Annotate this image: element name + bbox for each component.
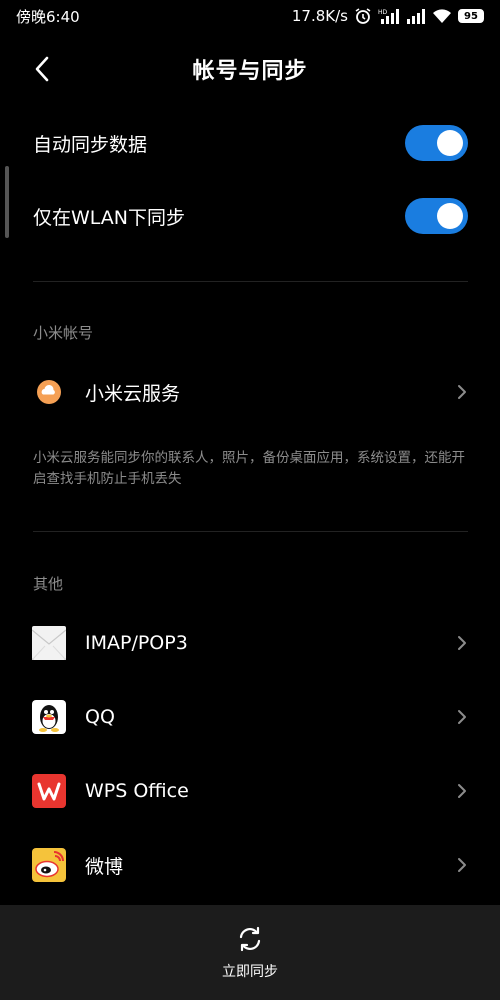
mi-cloud-icon xyxy=(32,375,66,409)
imap-pop3-row[interactable]: IMAP/POP3 xyxy=(0,615,500,671)
qq-row[interactable]: QQ xyxy=(0,689,500,745)
status-time: 傍晚6:40 xyxy=(16,7,80,26)
battery-indicator: 95 xyxy=(458,9,484,23)
back-arrow-icon xyxy=(35,56,49,82)
mail-icon xyxy=(32,626,66,660)
qq-icon xyxy=(32,700,66,734)
mi-cloud-label: 小米云服务 xyxy=(85,382,181,405)
sync-now-button[interactable]: 立即同步 xyxy=(0,905,500,1000)
qq-label: QQ xyxy=(85,706,115,728)
signal-hd-icon: HD xyxy=(378,8,400,24)
sync-now-label: 立即同步 xyxy=(222,963,278,980)
wps-office-row[interactable]: WPS Office xyxy=(0,763,500,819)
chevron-right-icon xyxy=(456,383,468,401)
weibo-icon xyxy=(32,848,66,882)
header: 帐号与同步 xyxy=(0,46,500,92)
mi-cloud-description: 小米云服务能同步你的联系人，照片，备份桌面应用，系统设置，还能开启查找手机防止手… xyxy=(33,450,465,487)
signal-icon xyxy=(406,8,426,24)
wps-office-label: WPS Office xyxy=(85,780,189,802)
wlan-only-row: 仅在WLAN下同步 xyxy=(0,191,500,241)
section-title-others: 其他 xyxy=(33,575,64,593)
chevron-right-icon xyxy=(456,708,468,726)
auto-sync-label: 自动同步数据 xyxy=(33,133,148,156)
section-title-mi-account: 小米帐号 xyxy=(33,324,94,342)
network-speed: 17.8K/s xyxy=(291,7,348,25)
chevron-right-icon xyxy=(456,782,468,800)
page-title: 帐号与同步 xyxy=(192,59,308,84)
chevron-right-icon xyxy=(456,856,468,874)
wlan-only-toggle[interactable] xyxy=(405,198,468,234)
mi-cloud-row[interactable]: 小米云服务 xyxy=(0,364,500,420)
divider xyxy=(33,281,468,282)
imap-pop3-label: IMAP/POP3 xyxy=(85,632,188,654)
auto-sync-toggle[interactable] xyxy=(405,125,468,161)
back-button[interactable] xyxy=(28,54,56,84)
chevron-right-icon xyxy=(456,634,468,652)
alarm-icon xyxy=(354,7,372,25)
status-bar: 傍晚6:40 17.8K/s HD 95 xyxy=(0,0,500,32)
divider xyxy=(33,531,468,532)
toggle-knob xyxy=(437,130,463,156)
weibo-row[interactable]: 微博 xyxy=(0,837,500,893)
wifi-icon xyxy=(432,8,452,24)
auto-sync-row: 自动同步数据 xyxy=(0,118,500,168)
status-icons: 17.8K/s HD 95 xyxy=(292,7,484,25)
toggle-knob xyxy=(437,203,463,229)
wps-icon xyxy=(32,774,66,808)
wlan-only-label: 仅在WLAN下同步 xyxy=(33,206,186,229)
sync-icon xyxy=(239,926,261,951)
weibo-label: 微博 xyxy=(85,855,124,878)
hd-text: HD xyxy=(378,9,388,16)
